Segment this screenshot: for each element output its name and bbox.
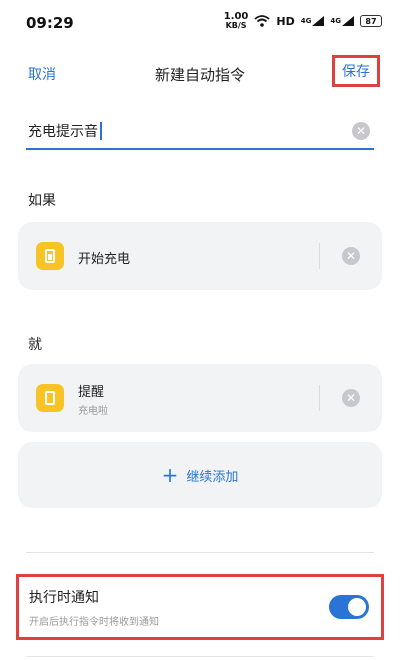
reminder-icon [36,384,64,412]
card-divider [319,243,320,269]
remove-trigger-icon[interactable]: ✕ [342,247,360,265]
wifi-icon [254,15,270,27]
network-speed-unit: KB/S [225,21,247,30]
notify-title: 执行时通知 [29,590,99,606]
plus-icon: + [161,463,179,487]
remove-action-icon[interactable]: ✕ [342,389,360,407]
section-divider [26,552,374,553]
name-section: 充电提示音 ✕ [0,104,400,164]
toggle-knob [348,598,366,616]
notify-toggle[interactable] [329,595,369,619]
add-action-button[interactable]: + 继续添加 [18,442,382,508]
then-section-label: 就 [28,337,42,353]
signal-4g-icon: 4G [301,16,325,26]
trigger-card[interactable]: 开始充电 ✕ [18,222,382,290]
trigger-title: 开始充电 [78,252,131,267]
signal-4g-icon-2: 4G [330,16,354,26]
notify-subtitle: 开启后执行指令时将收到通知 [29,617,159,628]
network-speed: 1.00 KB/S [224,12,249,30]
cancel-button[interactable]: 取消 [28,64,56,84]
status-time: 09:29 [26,14,74,32]
add-action-label: 继续添加 [186,469,239,485]
command-name-value: 充电提示音 [28,124,98,140]
hd-icon: HD [276,14,295,28]
if-section-label: 如果 [28,193,56,209]
header-bar: 取消 新建自动指令 保存 [0,44,400,104]
action-subtitle: 充电啦 [78,406,108,417]
battery-icon: 87 [360,15,382,27]
command-name-input[interactable]: 充电提示音 ✕ [26,114,374,150]
signal-4g-label: 4G [300,17,312,25]
charging-icon [36,242,64,270]
signal-4g-label-2: 4G [330,17,341,25]
clear-input-icon[interactable]: ✕ [352,122,370,140]
action-title: 提醒 [78,385,105,400]
notify-setting-row: 执行时通知 开启后执行指令时将收到通知 [16,574,384,640]
action-card[interactable]: 提醒 充电啦 ✕ [18,364,382,432]
save-button[interactable]: 保存 [332,55,380,87]
bottom-divider [26,656,374,657]
status-icons: 1.00 KB/S HD 4G 4G 87 [224,12,382,30]
status-bar: 09:29 1.00 KB/S HD 4G 4G 87 [0,0,400,44]
card-divider-2 [319,385,320,411]
text-caret [100,122,102,140]
